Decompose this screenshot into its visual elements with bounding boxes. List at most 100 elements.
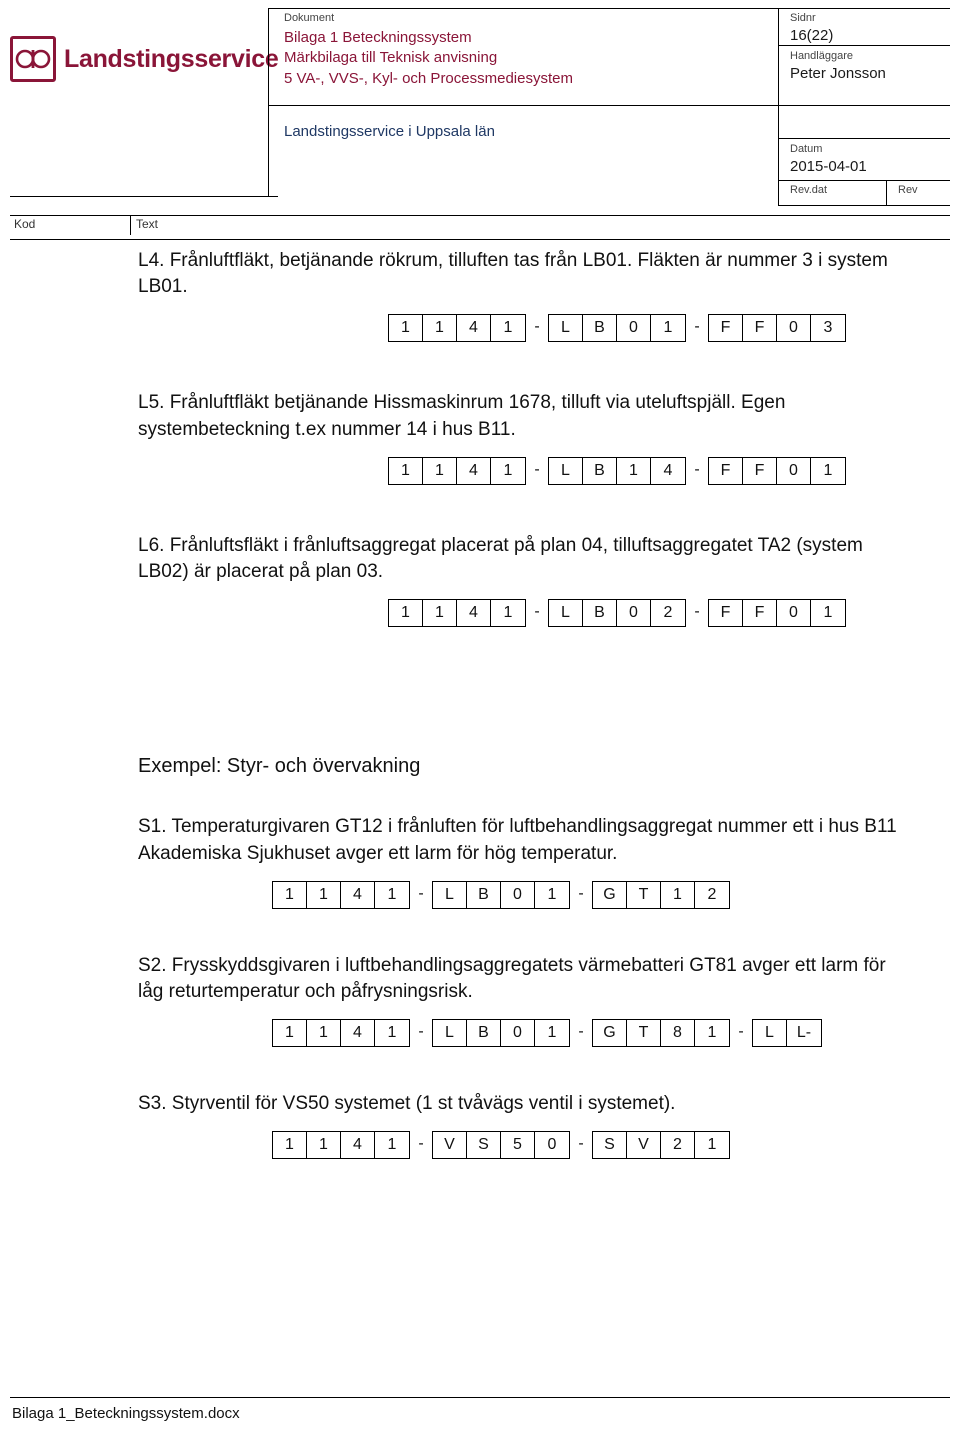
kodrow-line-top [10,215,950,216]
handlaggare-label: Handläggare [790,50,853,62]
code-cell: 1 [491,457,525,484]
code-cell: 2 [651,600,685,627]
revdat-label: Rev.dat [790,184,828,196]
code-group: 1 1 4 1 [388,314,526,343]
code-cell: 0 [777,600,811,627]
code-cell: 1 [389,457,423,484]
code-cell: T [627,881,661,908]
entry-S2: S2. Frysskyddsgivaren i luftbehandlingsa… [0,953,960,1048]
code-cell: 0 [777,457,811,484]
landstingsservice-logo-icon [10,36,56,82]
code-group: F F 0 1 [708,599,846,628]
code-group: L B 0 2 [548,599,686,628]
code-cell: 1 [307,881,341,908]
code-cell: 1 [811,457,845,484]
code-separator: - [694,460,700,478]
code-cell: 1 [375,1132,409,1159]
code-cell: 1 [617,457,651,484]
code-cell: L- [787,1020,821,1047]
section-heading-wrap: Exempel: Styr- och övervakning [0,755,960,778]
footer-divider [10,1397,950,1398]
code-cell: 5 [501,1132,535,1159]
code-separator: - [694,603,700,621]
doc-line-2: Märkbilaga till Teknisk anvisning [284,49,498,67]
code-cell: V [627,1132,661,1159]
code-cell: 1 [375,881,409,908]
code-cell: 0 [501,1020,535,1047]
code-cell: L [549,315,583,342]
entry-L5-code: 1 1 4 1 - L B 1 4 - F F 0 1 [388,456,960,485]
code-cell: 1 [535,881,569,908]
hdr-line-handl-bottom [778,105,950,106]
code-cell: V [433,1132,467,1159]
column-headers: Kod Text [0,215,960,241]
document-footer: Bilaga 1_Beteckningssystem.docx [0,1397,960,1435]
code-separator: - [534,318,540,336]
document-body: L4. Frånluftfläkt, betjänande rökrum, ti… [0,248,960,1160]
hdr-vline-mid [778,8,779,205]
hdr-line-top [268,8,950,9]
code-cell: 4 [341,1020,375,1047]
code-cell: 1 [375,1020,409,1047]
entry-L4-text: L4. Frånluftfläkt, betjänande rökrum, ti… [138,250,888,298]
datum-label: Datum [790,143,823,155]
code-cell: 4 [341,1132,375,1159]
code-cell: 1 [661,881,695,908]
code-group: 1 1 4 1 [388,456,526,485]
code-cell: 0 [501,881,535,908]
dokument-label: Dokument [284,12,335,24]
code-cell: 1 [423,457,457,484]
code-cell: G [593,881,627,908]
hdr-line-rev-bottom [778,205,950,206]
code-cell: 0 [535,1132,569,1159]
kodrow-line-bottom [10,239,950,240]
code-cell: L [433,1020,467,1047]
code-separator: - [418,884,424,902]
logo-wordmark: Landstingsservice [64,44,279,73]
code-separator: - [534,460,540,478]
datum-value: 2015-04-01 [790,158,867,175]
code-cell: S [593,1132,627,1159]
code-cell: S [467,1132,501,1159]
code-cell: 8 [661,1020,695,1047]
text-column-label: Text [136,217,159,231]
code-group: F F 0 3 [708,314,846,343]
code-cell: 1 [307,1020,341,1047]
code-cell: 1 [651,315,685,342]
code-cell: L [433,881,467,908]
code-separator: - [578,1023,584,1041]
code-group: L B 0 1 [548,314,686,343]
code-cell: B [583,600,617,627]
doc-line-3: 5 VA-, VVS-, Kyl- och Processmediesystem [284,69,573,87]
entry-L5-text: L5. Frånluftfläkt betjänande Hissmaskinr… [138,392,786,440]
doc-title-lines: Bilaga 1 Beteckningssystem Märkbilaga ti… [284,28,764,89]
sidnr-cell: Sidnr 16(22) [790,12,940,46]
code-cell: 1 [535,1020,569,1047]
code-separator: - [694,318,700,336]
hdr-vline-left [268,8,269,196]
code-group: 1 1 4 1 [272,1131,410,1160]
code-group: L B 0 1 [432,1019,570,1048]
code-separator: - [418,1135,424,1153]
hdr-line-org-bottom [10,196,278,197]
code-cell: 1 [491,315,525,342]
code-cell: 1 [389,315,423,342]
entry-S3-code: 1 1 4 1 - V S 5 0 - S V 2 1 [272,1131,960,1160]
code-separator: - [534,603,540,621]
code-cell: 1 [273,1020,307,1047]
code-cell: 2 [661,1132,695,1159]
code-cell: G [593,1020,627,1047]
footer-filename: Bilaga 1_Beteckningssystem.docx [12,1405,240,1422]
code-group: 1 1 4 1 [272,1019,410,1048]
code-group: L B 0 1 [432,880,570,909]
code-cell: L [549,457,583,484]
entry-S2-text: S2. Frysskyddsgivaren i luftbehandlingsa… [138,954,886,1002]
code-cell: F [709,315,743,342]
code-cell: F [709,457,743,484]
code-cell: 3 [811,315,845,342]
code-cell: 4 [651,457,685,484]
entry-S2-code: 1 1 4 1 - L B 0 1 - G T 8 1 - L L- [272,1019,960,1048]
code-cell: 1 [491,600,525,627]
organisation-text: Landstingsservice i Uppsala län [284,123,495,140]
doc-line-1: Bilaga 1 Beteckningssystem [284,29,472,46]
